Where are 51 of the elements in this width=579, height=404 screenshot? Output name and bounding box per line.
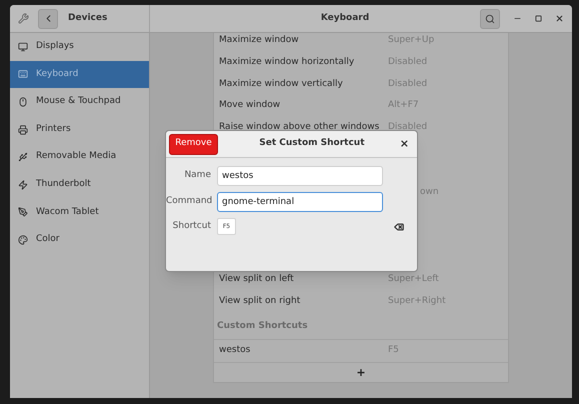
window-title: Keyboard xyxy=(320,12,370,25)
shortcut-name: westos xyxy=(219,344,252,357)
shortcut-name: Maximize window xyxy=(219,34,300,48)
text-field[interactable]: westos xyxy=(217,166,383,186)
shortcut-value: Alt+F7 xyxy=(388,99,419,112)
shortcut-value: Disabled xyxy=(388,56,428,69)
sidebar-title: Devices xyxy=(68,12,108,25)
shortcut-name: Maximize window horizontally xyxy=(219,56,356,69)
shortcut-name: Raise window above other windows xyxy=(219,121,380,134)
shortcut-value: F5 xyxy=(388,344,399,357)
printer-icon xyxy=(18,124,28,135)
field-label: Command xyxy=(166,195,211,208)
maximize-icon[interactable] xyxy=(535,15,542,22)
search-button[interactable] xyxy=(480,8,500,28)
keyboard-icon xyxy=(18,69,28,80)
back-button[interactable] xyxy=(38,8,58,28)
section-heading: Custom Shortcuts xyxy=(217,320,308,334)
monitor-icon xyxy=(18,42,28,52)
usb-icon xyxy=(18,152,28,162)
backspace-icon[interactable] xyxy=(394,222,404,232)
mouse-icon xyxy=(18,96,28,107)
shortcut-name: Move window xyxy=(219,99,282,112)
sidebar-item[interactable]: Thunderbolt xyxy=(10,170,149,199)
shortcut-value: Disabled xyxy=(388,78,428,91)
shortcut-name: Maximize window vertically xyxy=(219,78,344,91)
remove-button[interactable]: Remove xyxy=(169,134,218,154)
sidebar-item[interactable]: Wacom Tablet xyxy=(10,198,149,226)
shortcut-value: own xyxy=(420,186,439,200)
shortcut-name: View split on right xyxy=(219,295,302,308)
pen-icon xyxy=(18,207,28,218)
sidebar-item[interactable]: Displays xyxy=(10,33,149,61)
field-label: Shortcut xyxy=(172,220,211,233)
lightning-icon xyxy=(18,180,28,190)
field-label: Name xyxy=(183,169,211,182)
sidebar-item[interactable]: Removable Media xyxy=(10,143,149,171)
shortcut-value: Disabled xyxy=(388,121,428,134)
tools-icon[interactable] xyxy=(18,13,29,24)
close-icon[interactable] xyxy=(555,14,564,23)
search-icon xyxy=(485,14,495,24)
close-button[interactable]: × xyxy=(400,136,409,152)
sidebar-item[interactable]: Printers xyxy=(10,116,149,144)
sidebar-item[interactable]: Color xyxy=(10,226,149,254)
shortcut-value: Super+Right xyxy=(388,295,446,308)
sidebar-item[interactable]: Mouse & Touchpad xyxy=(10,88,149,116)
text-field[interactable]: gnome-terminal xyxy=(217,192,383,212)
palette-icon xyxy=(18,234,28,245)
dialog-title: Set Custom Shortcut xyxy=(258,137,366,150)
add-button[interactable]: + xyxy=(356,366,366,378)
shortcut-value: Super+Left xyxy=(388,273,439,286)
shortcut-name: View split on left xyxy=(219,273,295,286)
shortcut-value: Super+Up xyxy=(388,34,434,48)
